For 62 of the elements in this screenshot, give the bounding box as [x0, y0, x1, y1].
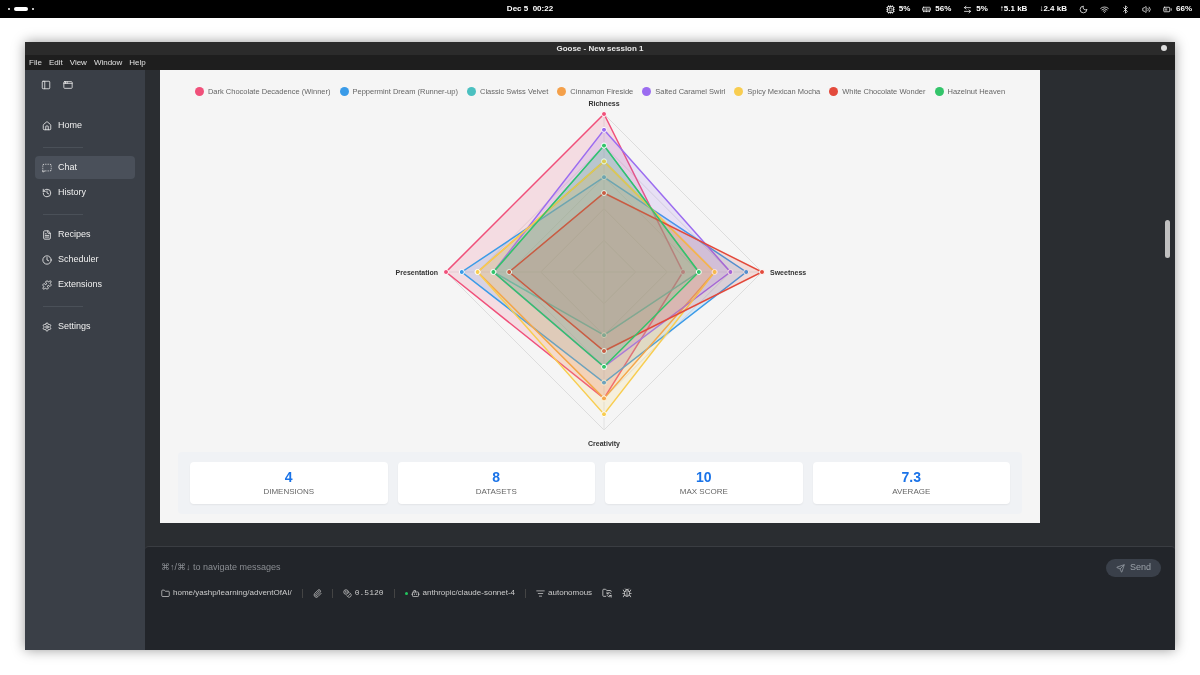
document-icon	[42, 229, 52, 240]
message-input[interactable]: ⌘↑/⌘↓ to navigate messages	[161, 561, 1106, 575]
sidebar-item[interactable]: Extensions	[35, 273, 135, 296]
bug-icon[interactable]	[622, 588, 633, 598]
stat-label: MAX SCORE	[679, 486, 728, 499]
menu-item[interactable]: Help	[129, 56, 146, 69]
indicator-value: 56%	[935, 3, 952, 15]
stat-label: DIMENSIONS	[263, 486, 315, 499]
puzzle-icon	[42, 279, 52, 290]
workspace-indicator[interactable]	[14, 7, 28, 11]
battery-icon[interactable]	[1163, 4, 1172, 14]
window-title: Goose - New session 1	[556, 42, 644, 55]
send-icon	[1115, 563, 1125, 573]
sidebar-toggle-icon[interactable]	[41, 80, 51, 90]
menu-item[interactable]: File	[29, 56, 42, 69]
indicator-value: 5%	[898, 3, 911, 15]
clock[interactable]: Dec 5 00:22	[506, 3, 554, 15]
attach-icon[interactable]	[312, 588, 322, 598]
menu-item[interactable]: Edit	[48, 56, 63, 69]
indicator-icon	[885, 4, 895, 14]
folder-icon	[161, 588, 170, 598]
coin-icon	[342, 588, 352, 598]
send-button[interactable]: Send	[1105, 559, 1161, 577]
cost-value: 0.5120	[354, 587, 384, 599]
clock-icon	[42, 254, 52, 265]
sidebar-item[interactable]: Chat	[35, 156, 135, 179]
model-selector[interactable]: anthropic/claude-sonnet-4	[422, 587, 516, 599]
sidebar-item[interactable]: History	[35, 181, 135, 204]
sidebar-item[interactable]: Settings	[35, 315, 135, 338]
sidebar-item[interactable]: Recipes	[35, 223, 135, 246]
directory-button[interactable]: home/yashp/learning/adventOfAI/	[161, 587, 292, 599]
stat-value: 8	[492, 468, 501, 487]
history-icon	[42, 187, 52, 198]
bluetooth-icon[interactable]	[1121, 4, 1130, 14]
stat-value: 10	[695, 468, 712, 487]
stat-value: 7.3	[901, 468, 921, 487]
robot-icon	[410, 588, 420, 598]
wifi-icon[interactable]	[1100, 4, 1109, 14]
menu-item[interactable]: Window	[93, 56, 123, 69]
indicator-icon	[922, 4, 932, 14]
chat-icon	[42, 162, 52, 173]
indicator-value: 5%	[976, 3, 988, 15]
indicator-icon	[963, 4, 973, 14]
home-icon	[42, 120, 52, 131]
mode-selector[interactable]: autonomous	[536, 587, 593, 599]
menu-item[interactable]: View	[69, 56, 87, 69]
night-icon[interactable]	[1079, 4, 1088, 14]
sidebar-item[interactable]: Scheduler	[35, 248, 135, 271]
settings-icon	[42, 321, 52, 332]
close-button[interactable]	[1161, 45, 1167, 51]
folder-icon[interactable]	[602, 588, 613, 598]
scrollbar-thumb[interactable]	[1165, 220, 1170, 258]
sidebar-item[interactable]: Home	[35, 114, 135, 137]
filter-icon	[536, 588, 546, 598]
stat-label: DATASETS	[475, 486, 517, 499]
indicator-value: ↑5.1 kB	[999, 3, 1028, 15]
window-icon[interactable]	[63, 80, 73, 90]
volume-icon[interactable]	[1142, 4, 1151, 14]
battery-level: 66%	[1176, 3, 1192, 15]
indicator-value: ↓2.4 kB	[1039, 3, 1067, 15]
stat-value: 4	[284, 468, 293, 487]
stat-label: AVERAGE	[892, 486, 931, 499]
